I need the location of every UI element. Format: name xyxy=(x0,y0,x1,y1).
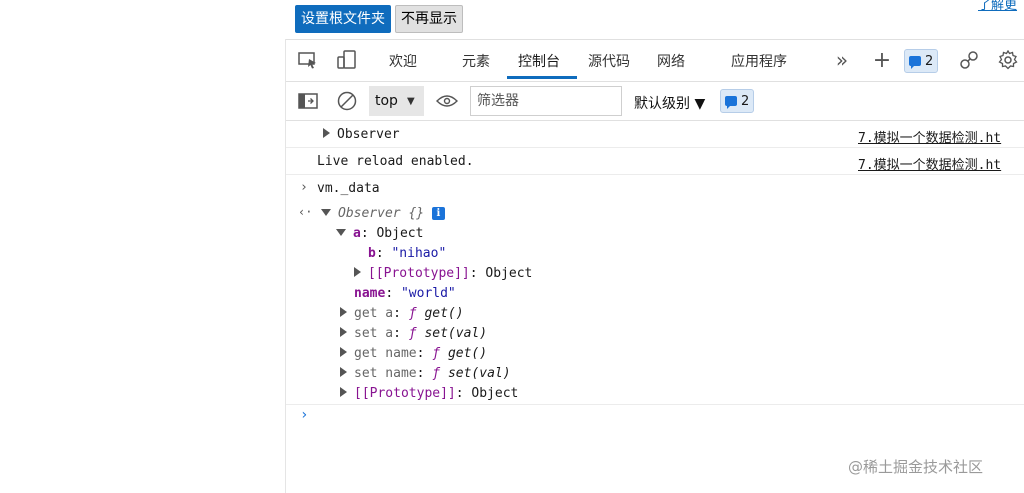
log-levels-dropdown[interactable]: 默认级别 ▼ xyxy=(634,93,705,113)
set-root-folder-button[interactable]: 设置根文件夹 xyxy=(295,5,391,33)
message-text: Live reload enabled. xyxy=(317,154,474,169)
prop-get-a[interactable]: get a: ƒ get() xyxy=(340,306,464,321)
dont-show-again-button[interactable]: 不再显示 xyxy=(395,5,463,33)
console-evaluation: › vm._data ‹· Observer {} i a: Object b:… xyxy=(286,175,1024,405)
prop-set-name[interactable]: set name: ƒ set(val) xyxy=(340,366,511,381)
prop-set-a[interactable]: set a: ƒ set(val) xyxy=(340,326,487,341)
tab-application[interactable]: 应用程序 xyxy=(731,51,787,71)
info-icon[interactable]: i xyxy=(431,207,445,220)
sidebar-toggle-icon[interactable] xyxy=(297,90,319,112)
message-text[interactable]: Observer xyxy=(323,127,400,142)
issues-badge[interactable]: 2 xyxy=(904,49,939,73)
console-output: Observer 7.模拟一个数据检测.ht Live reload enabl… xyxy=(286,121,1024,435)
connection-icon[interactable] xyxy=(958,49,980,71)
expand-triangle-icon[interactable] xyxy=(354,267,361,277)
expand-triangle-icon[interactable] xyxy=(340,367,347,377)
context-selector[interactable]: top ▼ xyxy=(369,86,424,116)
clear-console-icon[interactable] xyxy=(336,90,358,112)
expand-triangle-icon[interactable] xyxy=(340,347,347,357)
collapse-triangle-icon[interactable] xyxy=(321,209,331,216)
prop-get-name[interactable]: get name: ƒ get() xyxy=(340,346,487,361)
toolbar-issues-count: 2 xyxy=(741,93,750,109)
filter-input[interactable]: 筛选器 xyxy=(470,86,622,116)
learn-more-link[interactable]: 了解更 xyxy=(978,0,1017,13)
message-icon xyxy=(909,56,921,69)
notification-bar: 设置根文件夹 不再显示 xyxy=(295,5,463,33)
expand-triangle-icon[interactable] xyxy=(340,387,347,397)
message-icon xyxy=(725,96,737,109)
tab-sources[interactable]: 源代码 xyxy=(588,51,630,71)
prop-a[interactable]: a: Object xyxy=(336,226,423,241)
add-tab-icon[interactable]: + xyxy=(871,48,893,73)
input-chevron-icon: › xyxy=(300,180,308,195)
expand-triangle-icon[interactable] xyxy=(340,327,347,337)
tab-elements[interactable]: 元素 xyxy=(462,51,490,71)
expand-triangle-icon[interactable] xyxy=(323,128,330,138)
collapse-triangle-icon[interactable] xyxy=(336,229,346,236)
tab-network[interactable]: 网络 xyxy=(657,51,685,71)
tab-console[interactable]: 控制台 xyxy=(518,51,560,71)
console-toolbar: top ▼ 筛选器 默认级别 ▼ 2 xyxy=(286,82,1024,121)
live-expression-eye-icon[interactable] xyxy=(436,90,458,112)
prop-prototype-root[interactable]: [[Prototype]]: Object xyxy=(340,386,518,401)
toolbar-issues-badge[interactable]: 2 xyxy=(720,89,755,113)
prompt-chevron-icon: › xyxy=(300,407,309,423)
device-emulation-icon[interactable] xyxy=(336,49,358,71)
prop-prototype-a[interactable]: [[Prototype]]: Object xyxy=(354,266,532,281)
issues-count: 2 xyxy=(925,53,934,69)
result-arrow-icon: ‹· xyxy=(298,205,313,219)
message-source-link[interactable]: 7.模拟一个数据检测.ht xyxy=(858,154,1001,173)
result-object[interactable]: Observer {} i xyxy=(321,206,445,221)
message-source-link[interactable]: 7.模拟一个数据检测.ht xyxy=(858,127,1001,146)
expand-triangle-icon[interactable] xyxy=(340,307,347,317)
devtools-panel: 欢迎 元素 控制台 源代码 网络 应用程序 » + 2 top ▼ 筛选器 默认… xyxy=(285,39,1024,493)
inspect-element-icon[interactable] xyxy=(297,49,319,71)
prop-b: b: "nihao" xyxy=(368,246,447,261)
prop-name: name: "world" xyxy=(354,286,456,301)
more-tabs-icon[interactable]: » xyxy=(831,48,853,72)
console-prompt[interactable]: › xyxy=(286,405,1024,435)
tab-welcome[interactable]: 欢迎 xyxy=(389,51,417,71)
active-tab-indicator xyxy=(507,76,577,79)
devtools-tabbar: 欢迎 元素 控制台 源代码 网络 应用程序 » + 2 xyxy=(286,39,1024,82)
settings-gear-icon[interactable] xyxy=(997,49,1019,71)
watermark: @稀土掘金技术社区 xyxy=(848,458,984,476)
chevron-down-icon: ▼ xyxy=(406,95,415,107)
console-message: Observer 7.模拟一个数据检测.ht xyxy=(286,121,1024,148)
console-message: Live reload enabled. 7.模拟一个数据检测.ht xyxy=(286,148,1024,175)
context-value: top xyxy=(375,93,398,109)
console-input-echo: vm._data xyxy=(317,181,380,196)
